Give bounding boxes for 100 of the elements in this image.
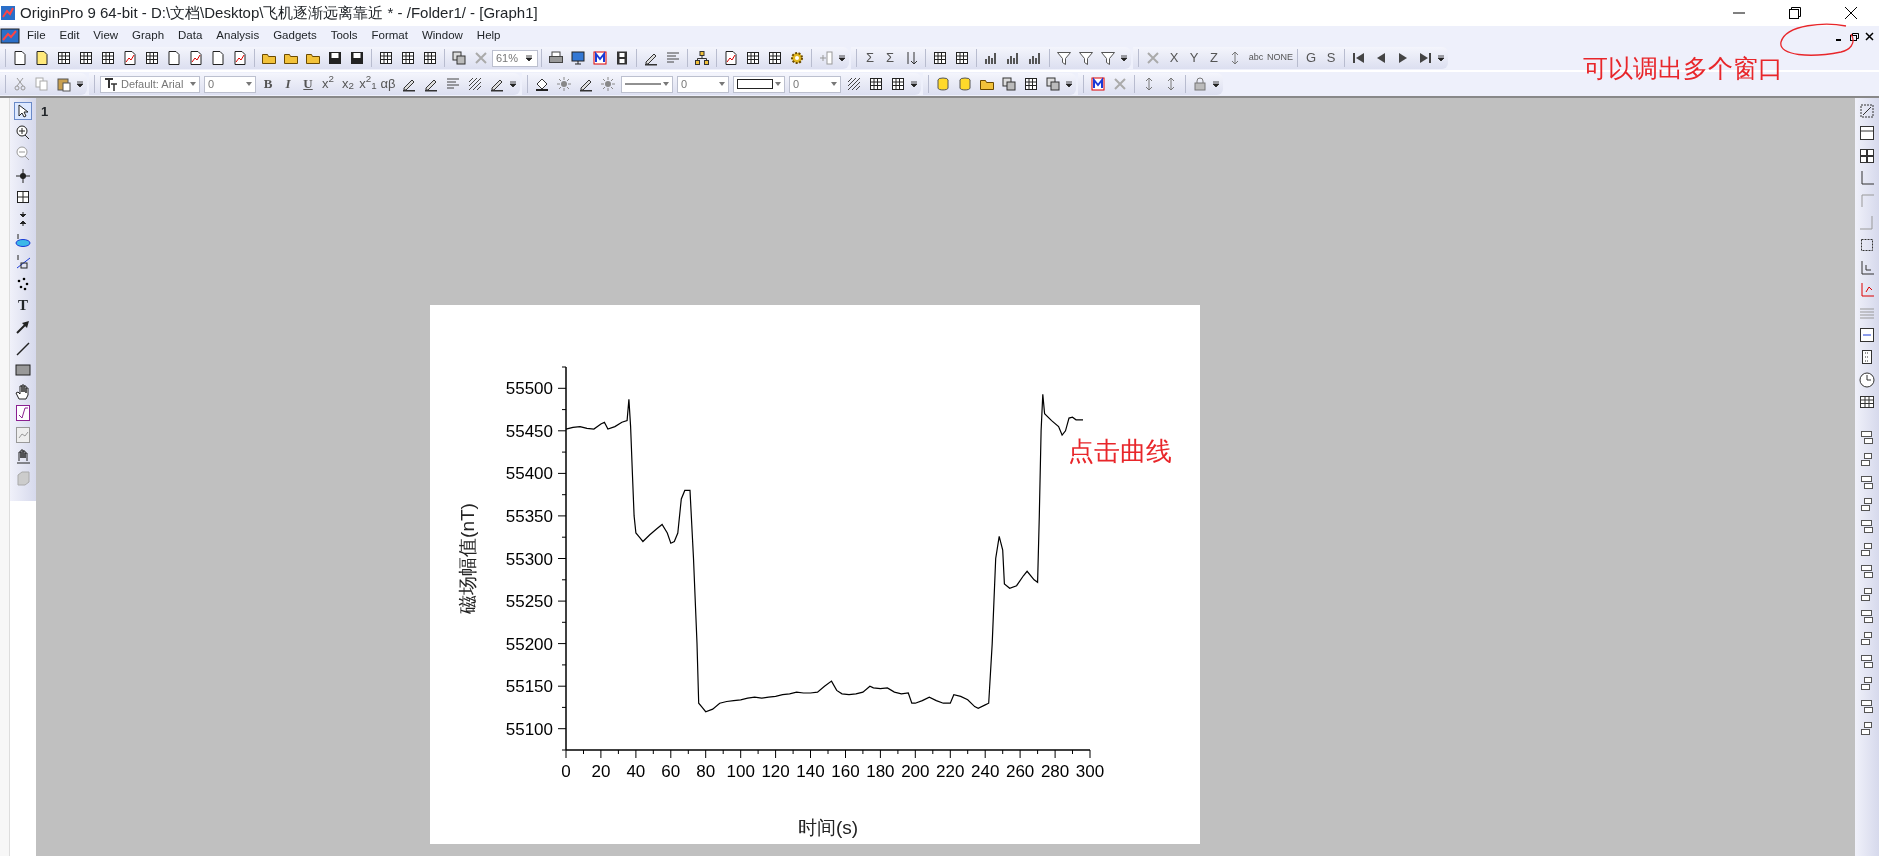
toolbar-button[interactable]: abc [1247,48,1265,68]
tick-label: 80 [696,762,716,781]
tick-label: 120 [761,762,790,781]
align-boxes-icon[interactable] [1858,607,1876,625]
monitor-icon[interactable] [568,48,588,68]
tick-label: 20 [591,762,611,781]
tick-label: 40 [626,762,646,781]
tick-label: 55400 [505,464,553,484]
tick-label: 220 [936,762,965,781]
tick-label: 55200 [505,634,553,654]
font-combo[interactable]: Default: Arial [100,75,200,93]
format-button[interactable]: αβ [379,74,397,94]
dropdown-arrow-icon[interactable] [1065,79,1073,89]
line-style-combo[interactable] [621,75,673,93]
toolbar-button[interactable]: Y [1185,48,1203,68]
line-sample-icon [625,81,661,87]
align-boxes-icon[interactable] [1858,517,1876,536]
tick-label: 55250 [505,592,553,612]
line-width-value: 0 [681,76,688,92]
hand-icon[interactable] [14,382,32,401]
toolbar-button[interactable]: S [1322,48,1340,68]
border-width-combo[interactable]: 0 [789,75,841,93]
tick-label: 100 [726,762,755,781]
menu-item[interactable]: Window [414,27,470,45]
zoom-in-icon[interactable] [14,123,32,142]
toolbar-button[interactable]: Z [1205,48,1223,68]
crosshair-icon[interactable] [14,166,32,185]
clock-icon[interactable] [1858,370,1876,389]
zoom-combo[interactable]: 61% [492,49,538,67]
format-button[interactable]: x$_{2}$ [339,74,357,94]
tick-label: 200 [901,762,930,781]
pointer-icon[interactable] [14,102,32,120]
toolbar-button[interactable]: Σ [881,48,899,68]
layer-frame-icon[interactable] [1858,102,1876,120]
layer-label: 1 [41,103,49,121]
restore-button[interactable] [1849,30,1860,42]
tick-label: 55450 [505,421,553,441]
dropdown-arrow-icon[interactable] [1120,53,1128,63]
stacked-squares-icon[interactable] [1043,74,1063,94]
tick-label: 55100 [505,719,553,739]
layer-icon[interactable] [1858,124,1876,143]
toolbar-button[interactable]: X [1165,48,1183,68]
dropdown-arrow-icon[interactable] [1212,79,1220,89]
toolbar-button[interactable]: NONE [1267,48,1293,68]
window-title: OriginPro 9 64-bit - D:\文档\Desktop\飞机逐渐远离靠近 * - /Folder1/ - [Graph1] [20,2,538,23]
line-icon[interactable] [14,339,32,358]
tick-label: 60 [661,762,681,781]
menu-item[interactable]: File [20,27,53,45]
hand-icon[interactable] [14,447,32,466]
chart-page-icon[interactable] [14,404,32,423]
stacked-squares-icon[interactable] [449,48,469,68]
format-button[interactable]: U [299,74,317,94]
format-button[interactable]: I [279,74,297,94]
toolbar-button[interactable]: G [1302,48,1320,68]
menu-item[interactable]: Analysis [209,27,267,45]
line-width-combo[interactable]: 0 [677,75,729,93]
dropdown-arrow-icon[interactable] [838,53,846,63]
restore-button[interactable] [1787,5,1803,21]
menu-item[interactable]: Edit [52,27,87,45]
menu-item[interactable]: Data [171,27,210,45]
text-tool-button[interactable]: T [18,296,28,315]
align-boxes-icon[interactable] [1858,562,1876,581]
x-axis-title: 时间(s) [797,817,859,838]
close-button[interactable] [1843,5,1859,21]
menu-item[interactable]: Graph [125,27,172,45]
axis-corner-icon[interactable] [1858,281,1876,300]
tick-label: 55300 [505,549,553,569]
caret-icon [775,82,781,86]
dropdown-arrow-icon[interactable] [509,79,517,89]
menu-item[interactable]: Tools [323,27,365,45]
tick-label: 160 [831,762,860,781]
format-button[interactable]: x$^{2}$ [319,74,337,94]
toolbar-button[interactable]: Σ [861,48,879,68]
tick-label: 280 [1040,762,1070,781]
dropdown-arrow-icon[interactable] [1437,53,1445,63]
letter-m-icon[interactable] [1088,74,1108,94]
dropdown-arrow-icon[interactable] [76,79,84,89]
dropdown-arrow-icon[interactable] [525,53,533,63]
annotation-text: 可以调出多个窗口 [1583,53,1783,84]
stacked-squares-icon[interactable] [999,74,1019,94]
menu-item[interactable]: Help [469,27,508,45]
four-panels-icon[interactable] [1858,146,1876,165]
legend-icon[interactable] [1858,325,1876,344]
border-width-value: 0 [793,76,800,92]
y-axis-title: 磁场幅值(nT) [457,503,478,614]
menu-item[interactable]: View [86,27,126,45]
menu-item[interactable]: Format [364,27,415,45]
font-size-value: 0 [208,76,215,92]
letter-m-icon[interactable] [590,48,610,68]
border-style-combo[interactable] [733,75,785,93]
close-button[interactable] [1864,30,1875,42]
format-button[interactable]: B [259,74,277,94]
menu-item[interactable]: Gadgets [266,27,324,45]
tick-label: 300 [1075,762,1105,781]
font-size-combo[interactable]: 0 [204,75,256,93]
line-icon[interactable] [14,253,32,272]
dropdown-arrow-icon[interactable] [910,79,918,89]
tree-icon[interactable] [692,48,712,68]
tick-label: 240 [971,762,1000,781]
ellipse-icon[interactable] [14,231,32,250]
